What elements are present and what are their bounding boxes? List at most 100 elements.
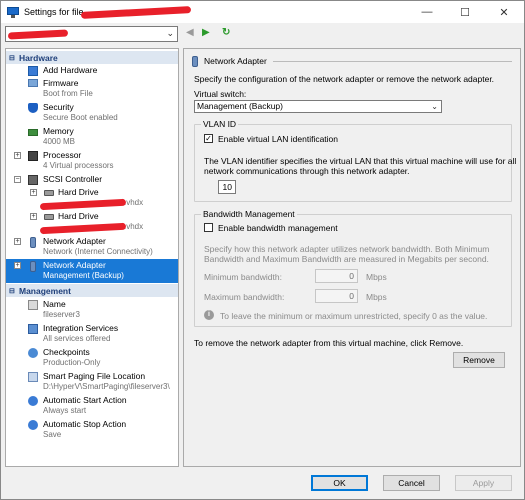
shield-icon [28,103,38,113]
tree-item-firmware[interactable]: Firmware Boot from File [6,77,178,101]
tree-item-label: Memory [43,126,74,136]
redaction-mark [39,222,127,235]
forward-icon[interactable]: ▶ [202,27,210,38]
detail-header: Network Adapter [192,54,512,68]
smart-paging-icon [28,372,38,382]
tree-item-sub: Always start [43,406,87,415]
collapse-icon[interactable]: − [14,176,21,183]
memory-icon [28,129,38,136]
hard-drive-icon [44,214,54,220]
tree-item-label: Add Hardware [43,65,98,75]
vlan-group-title: VLAN ID [201,119,239,129]
apply-button[interactable]: Apply [455,475,512,491]
detail-pane: Network Adapter Specify the configuratio… [183,48,521,467]
max-bandwidth-label: Maximum bandwidth: [204,292,285,302]
expand-icon[interactable]: + [14,152,21,159]
refresh-icon[interactable]: ↻ [222,27,230,38]
tree-item-sub: D:\HyperV\SmartPaging\fileserver3\ [43,382,170,391]
expand-icon[interactable]: + [14,262,21,269]
auto-stop-icon [28,420,38,430]
tree-item-processor[interactable]: + Processor 4 Virtual processors [6,149,178,173]
management-section-header[interactable]: ⊟ Management [6,284,178,297]
expand-icon[interactable]: + [30,213,37,220]
min-bandwidth-input[interactable]: 0 [315,269,358,283]
tree-item-auto-start[interactable]: Automatic Start Action Always start [6,394,178,418]
ok-button[interactable]: OK [311,475,368,491]
tree-item-hard-drive-2[interactable]: + Hard Drive .vhdx [6,210,178,235]
remove-button[interactable]: Remove [453,352,505,368]
max-bandwidth-unit: Mbps [366,292,387,302]
tree-item-checkpoints[interactable]: Checkpoints Production-Only [6,346,178,370]
tree-item-sub: 4 Virtual processors [43,161,114,170]
tree-item-sub: fileserver3 [43,310,80,319]
vm-selector[interactable]: ⌄ [5,26,178,42]
tree-item-security[interactable]: Security Secure Boot enabled [6,101,178,125]
info-icon: i [204,310,214,320]
detail-title: Network Adapter [204,56,267,66]
min-bandwidth-label: Minimum bandwidth: [204,272,282,282]
management-section-label: Management [19,285,71,296]
cancel-button[interactable]: Cancel [383,475,440,491]
intro-text: Specify the configuration of the network… [194,74,495,84]
virtual-switch-value: Management (Backup) [197,101,283,111]
unrestricted-note: To leave the minimum or maximum unrestri… [220,311,488,321]
tree-item-sub: All services offered [43,334,111,343]
tree-item-label: SCSI Controller [43,174,103,184]
name-icon [28,300,38,310]
vlan-checkbox[interactable]: ✓ [204,134,213,143]
remove-note: To remove the network adapter from this … [194,338,464,348]
hard-drive-icon [44,190,54,196]
collapse-icon: ⊟ [9,287,15,295]
tree-item-label: Automatic Start Action [43,395,127,405]
max-bandwidth-input[interactable]: 0 [315,289,358,303]
tree-item-network-adapter-1[interactable]: + Network Adapter Network (Internet Conn… [6,235,178,259]
vlan-group: VLAN ID ✓ Enable virtual LAN identificat… [194,119,516,202]
redaction-mark [39,198,127,211]
tree-item-network-adapter-2[interactable]: + Network Adapter Management (Backup) [6,259,178,283]
bandwidth-description: Bandwidth and Maximum Bandwidth are meas… [204,254,489,264]
network-adapter-icon [192,55,198,67]
tree-item-label: Processor [43,150,82,160]
add-hardware-icon [28,66,38,76]
redaction-mark [7,29,69,40]
tree-item-auto-stop[interactable]: Automatic Stop Action Save [6,418,178,442]
bandwidth-checkbox[interactable] [204,223,213,232]
maximize-button[interactable]: ☐ [446,1,484,23]
back-icon[interactable]: ◀ [186,27,194,38]
vlan-id-input[interactable]: 10 [218,180,236,194]
tree-item-scsi-controller[interactable]: − SCSI Controller [6,173,178,186]
toolbar: ⌄ ◀ ▶ ↻ [1,23,524,45]
tree-item-add-hardware[interactable]: Add Hardware [6,64,178,77]
chevron-down-icon: ⌄ [431,102,438,111]
close-button[interactable]: ✕ [485,1,523,23]
title-bar: Settings for file — ☐ ✕ [1,1,524,23]
bandwidth-description: Specify how this network adapter utilize… [204,244,490,254]
tree-item-sub: Save [43,430,62,439]
checkpoints-icon [28,348,38,358]
minimize-button[interactable]: — [408,1,446,23]
expand-icon[interactable]: + [30,189,37,196]
bandwidth-group-title: Bandwidth Management [201,209,297,219]
tree-item-sub: .vhdx [124,222,144,231]
bandwidth-checkbox-label[interactable]: Enable bandwidth management [218,223,338,233]
tree-item-smart-paging[interactable]: Smart Paging File Location D:\HyperV\Sma… [6,370,178,394]
redaction-mark [80,6,192,19]
tree-item-label: Automatic Stop Action [43,419,127,429]
expand-icon[interactable]: + [14,238,21,245]
tree-item-memory[interactable]: Memory 4000 MB [6,125,178,149]
network-adapter-icon [30,261,36,272]
tree-item-name[interactable]: Name fileserver3 [6,298,178,322]
bandwidth-group: Bandwidth Management Enable bandwidth ma… [194,209,512,327]
settings-window: Settings for file — ☐ ✕ ⌄ ◀ ▶ ↻ ⊟ Hardwa… [0,0,525,500]
tree-item-sub: 4000 MB [43,137,76,146]
processor-icon [28,151,38,161]
tree-item-integration-services[interactable]: Integration Services All services offere… [6,322,178,346]
hardware-section-header[interactable]: ⊟ Hardware [6,51,178,64]
tree-item-sub: Boot from File [43,89,93,98]
hardware-section-label: Hardware [19,52,58,63]
tree-item-hard-drive-1[interactable]: + Hard Drive .vhdx [6,186,178,211]
vlan-checkbox-label[interactable]: Enable virtual LAN identification [218,134,338,144]
virtual-switch-select[interactable]: Management (Backup) ⌄ [194,100,442,113]
tree-item-label: Checkpoints [43,347,90,357]
tree-item-sub: Secure Boot enabled [43,113,118,122]
